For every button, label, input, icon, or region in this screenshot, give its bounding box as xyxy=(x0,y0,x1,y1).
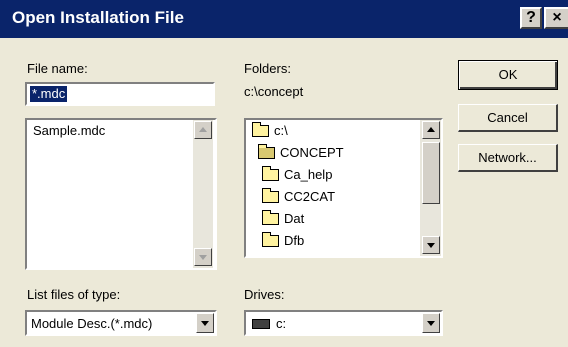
close-icon: × xyxy=(552,9,562,26)
title-bar[interactable]: Open Installation File ? × xyxy=(0,0,568,38)
current-folder-path: c:\concept xyxy=(244,84,304,99)
scroll-down-button[interactable] xyxy=(194,248,212,266)
open-folder-icon xyxy=(252,122,269,137)
file-name-input[interactable]: *.mdc xyxy=(25,82,215,106)
ok-button[interactable]: OK xyxy=(458,60,558,90)
drive-icon xyxy=(252,319,270,329)
folder-icon xyxy=(262,166,279,181)
file-type-label: List files of type: xyxy=(27,287,121,302)
help-button[interactable]: ? xyxy=(520,7,542,29)
help-icon: ? xyxy=(526,9,536,26)
open-folder-icon xyxy=(258,144,275,159)
chevron-down-icon xyxy=(199,255,207,260)
drives-select[interactable]: c: xyxy=(244,310,443,336)
folder-tree-scrollbar[interactable] xyxy=(420,120,441,256)
file-name-value: *.mdc xyxy=(30,86,68,102)
chevron-down-icon xyxy=(201,321,209,326)
file-type-dropdown-button[interactable] xyxy=(196,313,214,333)
chevron-down-icon xyxy=(427,321,435,326)
scroll-up-button[interactable] xyxy=(194,121,212,139)
chevron-up-icon xyxy=(427,127,435,132)
close-button[interactable]: × xyxy=(544,7,568,29)
folder-icon xyxy=(262,232,279,247)
file-list-scrollbar[interactable] xyxy=(193,120,213,268)
list-item[interactable]: Sample.mdc xyxy=(33,123,105,138)
open-installation-file-dialog: Open Installation File ? × File name: *.… xyxy=(0,0,568,347)
network-button[interactable]: Network... xyxy=(458,144,558,172)
scroll-thumb[interactable] xyxy=(422,142,440,204)
file-list[interactable]: Sample.mdc xyxy=(25,118,217,270)
file-type-select[interactable]: Module Desc.(*.mdc) xyxy=(25,310,217,336)
drives-dropdown-button[interactable] xyxy=(422,313,440,333)
cancel-button[interactable]: Cancel xyxy=(458,104,558,132)
folder-tree[interactable]: c:\ CONCEPT Ca_help CC2CAT Dat Dfb xyxy=(244,118,443,258)
scroll-down-button[interactable] xyxy=(422,236,440,254)
folder-icon xyxy=(262,210,279,225)
folder-icon xyxy=(262,188,279,203)
dialog-title: Open Installation File xyxy=(12,8,184,27)
drives-value: c: xyxy=(276,316,287,331)
file-type-value: Module Desc.(*.mdc) xyxy=(31,316,153,331)
scroll-up-button[interactable] xyxy=(422,121,440,139)
chevron-down-icon xyxy=(427,243,435,248)
drives-label: Drives: xyxy=(244,287,285,302)
folders-label: Folders: xyxy=(244,61,291,76)
chevron-up-icon xyxy=(199,127,207,132)
file-name-label: File name: xyxy=(27,61,88,76)
